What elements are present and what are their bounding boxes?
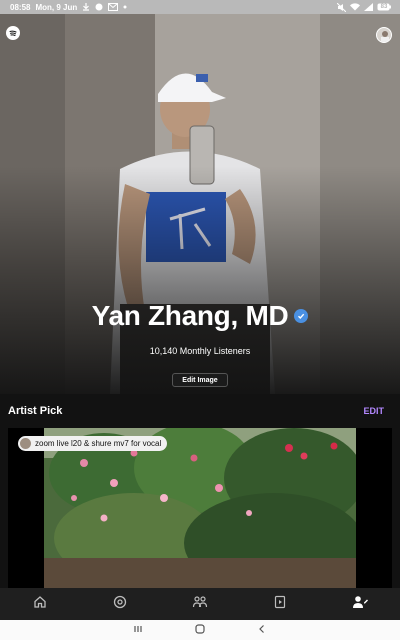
status-bar: 08:58 Mon, 9 Jun 83 <box>0 0 400 14</box>
artist-hero <box>0 14 400 394</box>
status-date: Mon, 9 Jun <box>35 2 78 12</box>
download-icon <box>82 3 90 11</box>
badge-avatar <box>20 438 31 449</box>
system-home-icon <box>195 621 205 639</box>
system-home-button[interactable] <box>190 620 210 640</box>
nav-home[interactable] <box>20 588 60 620</box>
system-nav-bar <box>0 620 400 640</box>
back-icon <box>257 621 267 639</box>
nav-community[interactable] <box>180 588 220 620</box>
hero-gradient <box>0 14 400 394</box>
wifi-icon <box>350 3 360 11</box>
artist-pick-image <box>44 428 356 588</box>
recents-button[interactable] <box>128 620 148 640</box>
nav-profile[interactable] <box>340 588 380 620</box>
artist-pick-badge-text: zoom live l20 & shure mv7 for vocal <box>35 439 162 448</box>
nav-radio[interactable] <box>100 588 140 620</box>
notification-dot-icon <box>95 3 103 11</box>
radio-icon <box>113 595 127 614</box>
recents-icon <box>133 621 143 639</box>
artist-pick-card[interactable]: zoom live l20 & shure mv7 for vocal <box>8 428 392 588</box>
back-button[interactable] <box>252 620 272 640</box>
media-icon <box>273 595 287 614</box>
artist-name: Yan Zhang, MD <box>0 300 400 332</box>
nav-media[interactable] <box>260 588 300 620</box>
edit-image-button[interactable]: Edit Image <box>172 373 228 387</box>
home-icon <box>33 595 47 614</box>
signal-icon <box>364 3 373 11</box>
artist-name-text: Yan Zhang, MD <box>91 300 289 331</box>
avatar[interactable] <box>376 27 392 43</box>
spotify-logo-icon[interactable] <box>6 26 20 40</box>
more-dot-icon <box>123 5 127 9</box>
profile-icon <box>352 595 368 614</box>
artist-pick-badge: zoom live l20 & shure mv7 for vocal <box>18 436 168 451</box>
mute-icon <box>337 2 346 12</box>
status-time: 08:58 <box>10 2 31 12</box>
mail-icon <box>108 3 119 11</box>
battery-level: 83 <box>380 4 388 10</box>
artist-pick-title: Artist Pick <box>8 405 63 417</box>
verified-badge-icon <box>294 309 309 323</box>
monthly-listeners: 10,140 Monthly Listeners <box>149 346 251 356</box>
bottom-nav <box>0 588 400 620</box>
community-icon <box>192 595 208 614</box>
artist-pick-header: Artist Pick EDIT <box>8 405 384 417</box>
artist-pick-edit-button[interactable]: EDIT <box>363 406 384 416</box>
